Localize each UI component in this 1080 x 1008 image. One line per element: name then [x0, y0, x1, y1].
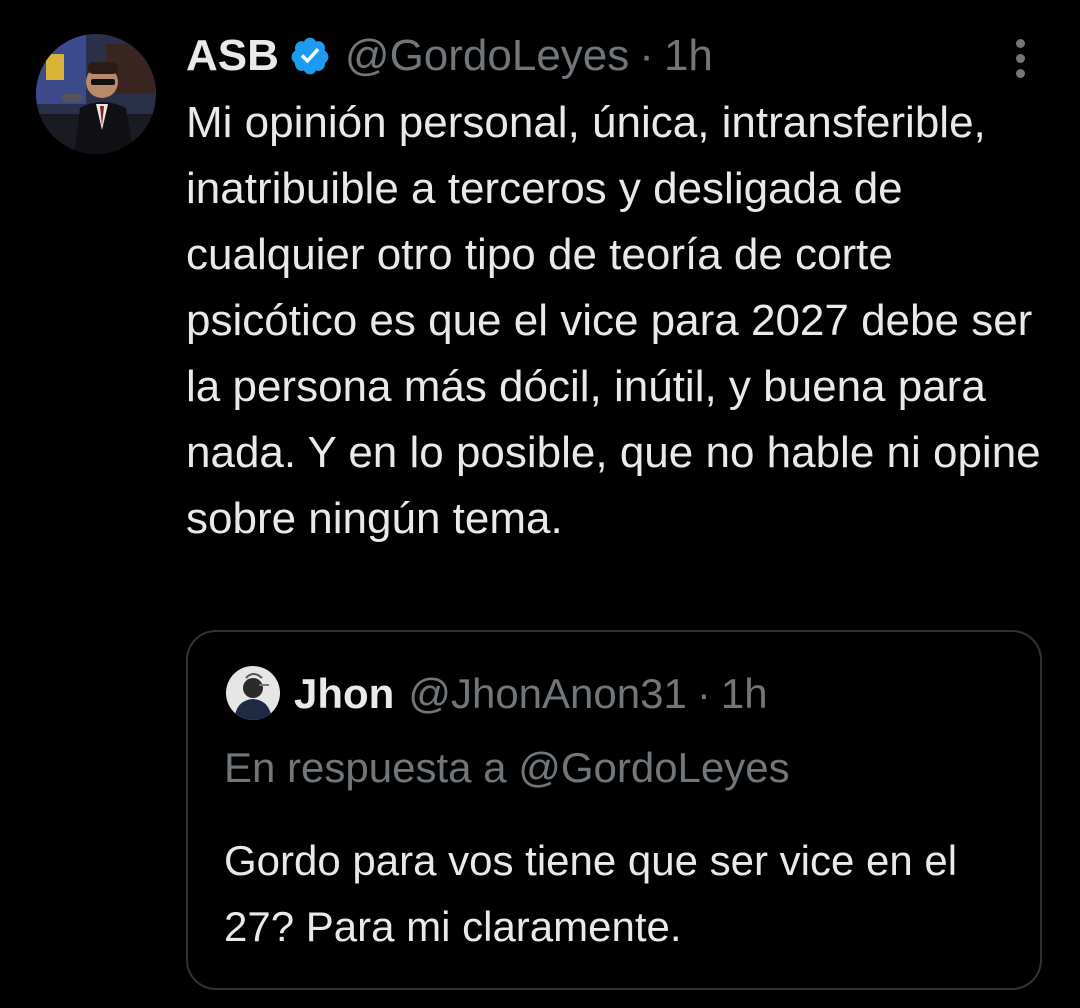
tweet-body-text: Mi opinión personal, única, intransferib…: [186, 98, 1041, 543]
header-separator: ·: [639, 31, 654, 80]
quoted-tweet-header: Jhon @JhonAnon31 · 1h: [294, 666, 768, 722]
reply-prefix: En respuesta a: [224, 744, 507, 791]
tweet-header: ASB @GordoLeyes · 1h: [186, 28, 713, 84]
quoted-tweet-card[interactable]: Jhon @JhonAnon31 · 1h En respuesta a @Go…: [186, 630, 1042, 990]
tweet-time[interactable]: 1h: [664, 28, 713, 84]
quoted-author-name[interactable]: Jhon: [294, 666, 394, 722]
author-name[interactable]: ASB: [186, 28, 279, 84]
more-options-dot: [1015, 53, 1025, 63]
more-options-dot: [1015, 38, 1025, 48]
reply-handle[interactable]: @GordoLeyes: [518, 744, 789, 791]
author-avatar[interactable]: [36, 34, 156, 154]
verified-badge-icon: [289, 35, 331, 77]
quoted-tweet-time: 1h: [720, 670, 768, 717]
quoted-tweet-text: Gordo para vos tiene que ser vice en el …: [224, 837, 958, 950]
quoted-author-avatar[interactable]: [226, 666, 280, 720]
more-options-dot: [1015, 68, 1025, 78]
quoted-author-handle[interactable]: @JhonAnon31: [408, 666, 687, 722]
reply-context: En respuesta a @GordoLeyes: [224, 740, 790, 796]
quoted-header-separator: ·: [696, 670, 711, 717]
author-handle[interactable]: @GordoLeyes: [345, 28, 629, 84]
more-options-icon[interactable]: [998, 36, 1042, 80]
